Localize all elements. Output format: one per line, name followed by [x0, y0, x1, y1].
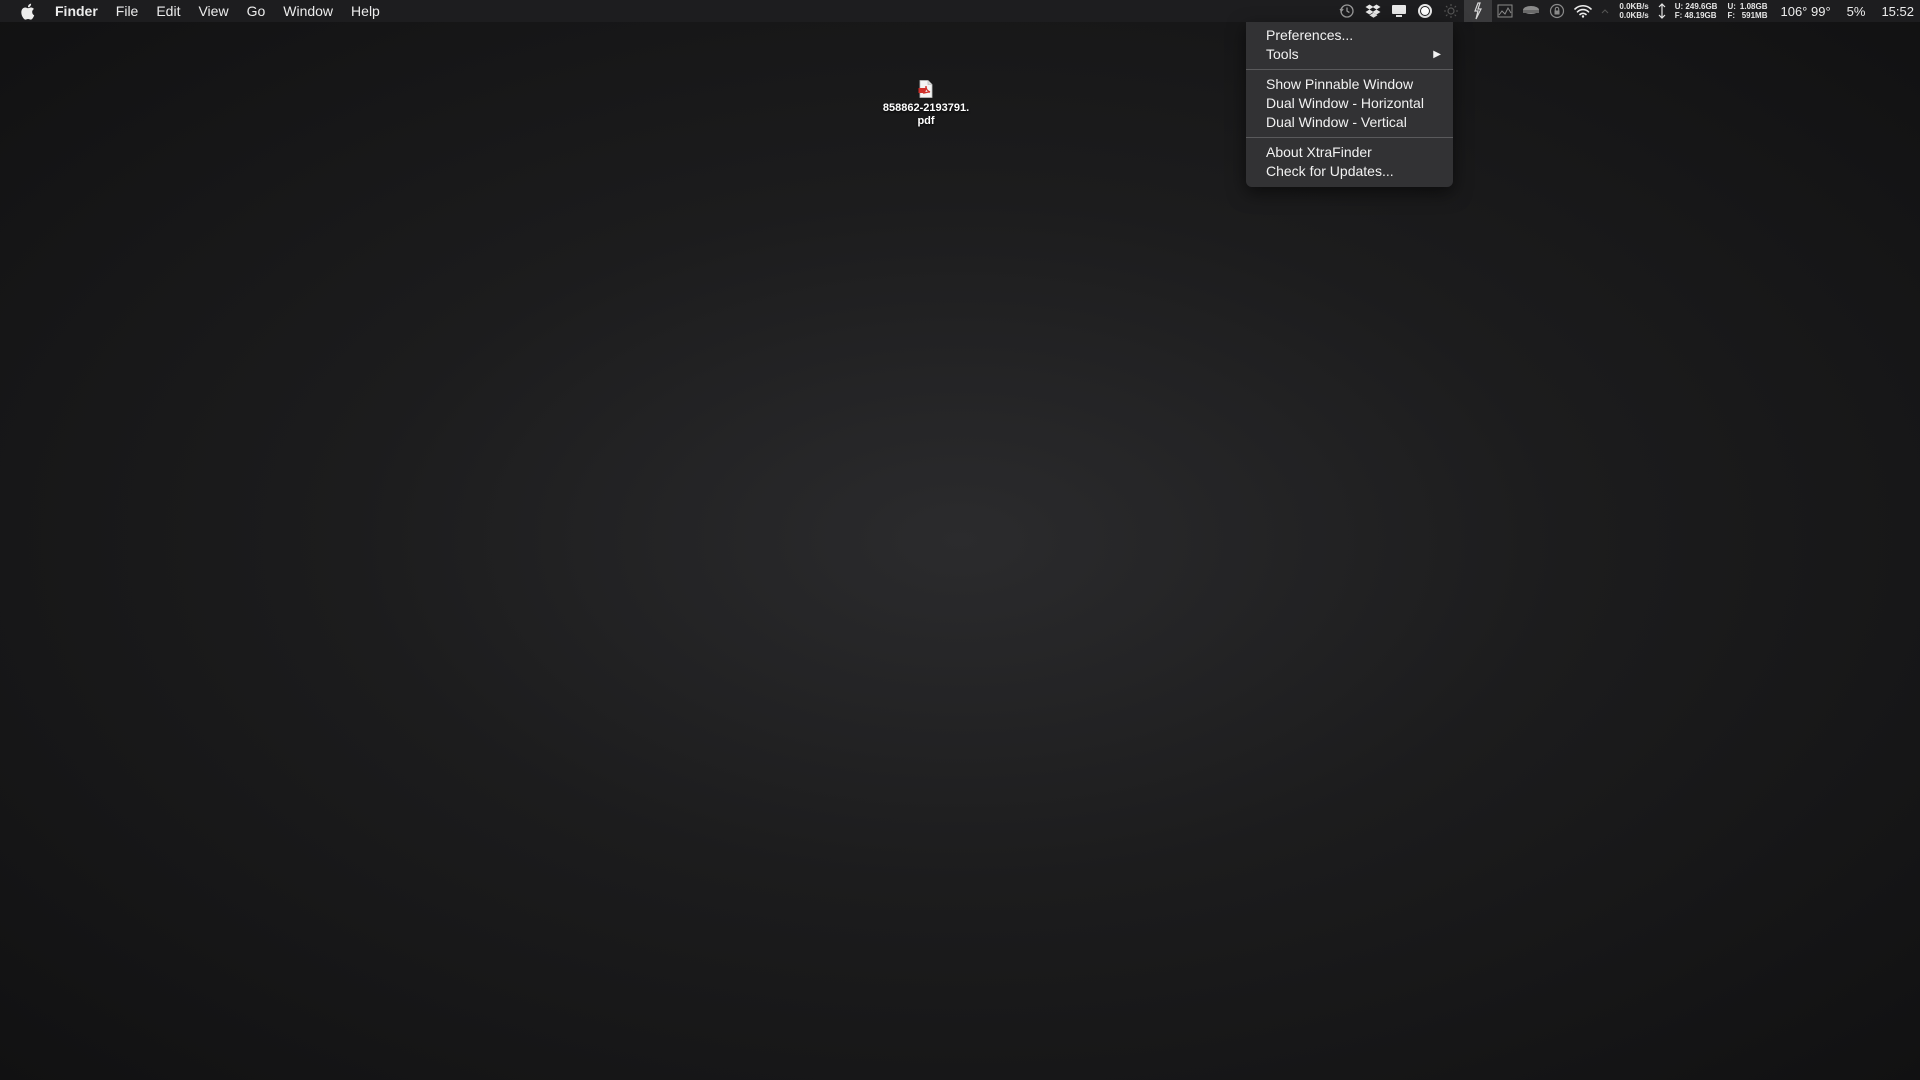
dropbox-icon[interactable] [1363, 0, 1383, 22]
submenu-arrow-icon: ▶ [1433, 49, 1441, 60]
security-icon[interactable] [1547, 0, 1567, 22]
disk-free-text: F: 48.19GB [1674, 11, 1717, 20]
network-speed[interactable]: 0.0KB/s 0.0KB/s [1619, 2, 1648, 20]
temperature-text[interactable]: 106° 99° [1780, 4, 1830, 19]
menu-item-dual-window-vertical[interactable]: Dual Window - Vertical [1246, 113, 1453, 132]
menu-finder[interactable]: Finder [53, 0, 107, 22]
mem-free-label: F: [1727, 11, 1736, 20]
menu-item-label: Check for Updates... [1266, 163, 1394, 179]
net-down-text: 0.0KB/s [1619, 11, 1649, 20]
menu-item-tools[interactable]: Tools ▶ [1246, 45, 1453, 64]
file-name-line1: 858862-2193791. [882, 102, 970, 114]
menu-view[interactable]: View [189, 0, 237, 22]
chevron-icon [1599, 0, 1611, 22]
record-icon[interactable] [1415, 0, 1435, 22]
menu-item-check-for-updates[interactable]: Check for Updates... [1246, 162, 1453, 181]
apple-menu-icon[interactable] [17, 0, 37, 22]
menu-item-show-pinnable-window[interactable]: Show Pinnable Window [1246, 75, 1453, 94]
desktop-file[interactable]: 858862-2193791. pdf [876, 80, 976, 128]
mem-used-text: 1.08GB [1739, 2, 1768, 11]
menu-separator [1246, 69, 1453, 70]
menu-file[interactable]: File [107, 0, 148, 22]
status-area: 0.0KB/s 0.0KB/s U: 249.6GB F: 48.19GB U:… [1334, 0, 1920, 22]
menu-bar: Finder File Edit View Go Window Help 0.0… [0, 0, 1920, 22]
menu-edit[interactable]: Edit [147, 0, 189, 22]
file-name: 858862-2193791. pdf [876, 102, 976, 128]
mem-free-text: 591MB [1741, 11, 1768, 20]
net-up-text: 0.0KB/s [1619, 2, 1649, 11]
menu-item-label: Dual Window - Vertical [1266, 114, 1407, 130]
menu-item-dual-window-horizontal[interactable]: Dual Window - Horizontal [1246, 94, 1453, 113]
menu-separator [1246, 137, 1453, 138]
menu-item-label: Dual Window - Horizontal [1266, 95, 1424, 111]
menu-item-label: Preferences... [1266, 27, 1354, 43]
menu-item-label: Tools [1266, 46, 1299, 62]
brightness-icon[interactable] [1441, 0, 1461, 22]
memory-labels: U: F: [1727, 2, 1735, 20]
menu-item-about-xtrafinder[interactable]: About XtraFinder [1246, 143, 1453, 162]
menu-window[interactable]: Window [274, 0, 342, 22]
clock-text[interactable]: 15:52 [1881, 4, 1914, 19]
xtrafinder-icon[interactable] [1464, 0, 1493, 22]
menu-item-label: Show Pinnable Window [1266, 76, 1414, 92]
pdf-file-icon [918, 80, 933, 98]
time-machine-icon[interactable] [1337, 0, 1357, 22]
up-down-arrow-icon [1657, 0, 1667, 22]
xtrafinder-menu: Preferences... Tools ▶ Show Pinnable Win… [1246, 22, 1453, 187]
menu-help[interactable]: Help [342, 0, 389, 22]
menu-item-label: About XtraFinder [1266, 144, 1372, 160]
file-name-line2: pdf [917, 115, 935, 127]
menu-item-preferences[interactable]: Preferences... [1246, 26, 1453, 45]
wifi-icon[interactable] [1573, 0, 1593, 22]
menu-go[interactable]: Go [238, 0, 275, 22]
mem-used-label: U: [1727, 2, 1736, 11]
disk-used-text: U: 249.6GB [1674, 2, 1718, 11]
battery-text[interactable]: 5% [1847, 4, 1866, 19]
drive-icon[interactable] [1521, 0, 1541, 22]
display-icon[interactable] [1389, 0, 1409, 22]
network-graph-icon[interactable] [1495, 0, 1515, 22]
memory-usage[interactable]: 1.08GB 591MB [1740, 2, 1768, 20]
disk-usage[interactable]: U: 249.6GB F: 48.19GB [1675, 2, 1718, 20]
